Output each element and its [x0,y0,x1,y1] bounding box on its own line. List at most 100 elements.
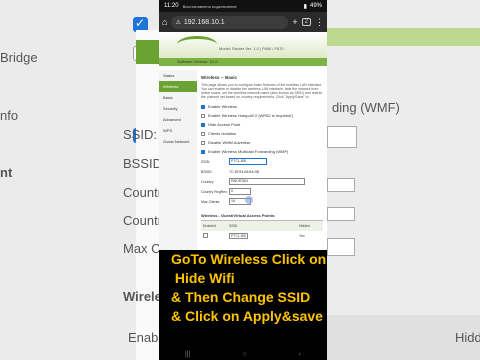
option-disable-wmm[interactable]: Disable WMM Advertise [201,140,325,145]
option-label: Hide Access Point [208,122,241,127]
option-clients-isolation[interactable]: Clients Isolation [201,131,325,136]
country-region-row: Country RegRev: 0 [201,188,325,195]
background-field [327,178,355,192]
router-sidebar: Status Wireless Basic Security Advanced … [159,70,197,250]
checkbox-checked[interactable] [201,122,205,127]
router-subheader: Software Version: V1.0 [159,58,327,66]
background-label: Countr [123,213,163,228]
guest-table-row: PTCL-BB Yes [201,231,323,241]
phone-screen: 11:20 Восстановлено подключение ▮ 49% ⌂ … [159,0,327,360]
max-clients-label: Max Clients: [201,199,221,204]
background-green-band [327,28,480,46]
background-field [327,238,355,256]
background-label: Countr [123,185,163,200]
status-time: 11:20 [164,3,179,9]
bssid-value: 7C:39:53:A8:5A:3B [229,169,259,174]
caption-line: & Then Change SSID [171,289,311,305]
background-label: nt [0,165,13,180]
guest-hidden-cell: Yes [299,234,305,238]
background-label: Hidden [455,330,480,345]
sidebar-item-status[interactable]: Status [159,70,197,81]
battery-level: 49% [309,3,322,9]
option-label: Enable Wireless Hotspot2.0 [WPA2 is requ… [208,113,293,118]
background-label: BSSID: [123,156,163,171]
country-label: Country: [201,179,215,184]
background-left-labels: SSID: BSSID: Countr Countr Max C Wireles… [123,0,163,360]
video-caption: GoTo Wireless Click on Hide Wifi & Then … [171,250,327,326]
url-text: 192.168.10.1 [183,18,225,26]
checkbox-checked[interactable] [201,104,205,109]
checkbox-unchecked[interactable] [201,131,205,136]
option-label: Disable WMM Advertise [208,140,251,145]
background-field [327,207,355,221]
guest-table: Enabled SSID Hidden PTCL-BB Yes [201,220,323,241]
tab-count-button[interactable]: 2 [301,18,311,26]
background-label: Enabl [128,330,162,345]
checkbox-checked[interactable] [201,149,205,154]
back-icon[interactable]: ‹ [299,351,301,358]
background-label: Wireles [123,289,163,304]
country-region-input[interactable]: 0 [229,188,251,195]
caption-line: & Click on Apply&save [171,308,323,324]
status-notice: Восстановлено подключение [182,3,237,9]
browser-toolbar: ⌂ ⚠ 192.168.10.1 + 2 ⋮ [159,12,327,32]
touch-indicator [245,196,253,204]
signal-icon: ▮ [303,3,307,10]
caption-line: GoTo Wireless Click on [171,251,327,267]
guest-ssid-input[interactable]: PTCL-BB [229,233,248,239]
checkbox-unchecked[interactable] [201,113,205,118]
address-bar[interactable]: ⚠ 192.168.10.1 [171,15,289,29]
home-button-icon[interactable]: ○ [242,351,246,358]
new-tab-icon[interactable]: + [292,17,297,27]
wireless-basic-panel: Wireless -- Basic This page allows you t… [199,70,325,250]
sidebar-item-advanced[interactable]: Advanced [159,114,197,125]
menu-icon[interactable]: ⋮ [315,17,324,28]
sidebar-item-wireless[interactable]: Wireless [159,81,197,92]
background-label: Max C [123,241,161,256]
background-field [327,126,357,148]
option-enable-wireless[interactable]: Enable Wireless [201,104,325,109]
option-wmf[interactable]: Enable Wireless Multicast Forwarding (WM… [201,149,325,154]
guest-section-title: Wireless - Guest/Virtual Access Points: [201,213,276,218]
sidebar-item-security[interactable]: Security [159,103,197,114]
background-right-panel: ding (WMF) Hidden [327,0,480,360]
router-logo [177,36,217,53]
sidebar-item-wps[interactable]: WPS [159,125,197,136]
guest-col-hidden: Hidden [299,224,311,228]
ssid-input[interactable]: PTCL-BB [229,158,267,165]
guest-enabled-cell [201,233,229,239]
option-hide-access-point[interactable]: Hide Access Point [201,122,325,127]
status-bar: 11:20 Восстановлено подключение ▮ 49% [159,0,327,12]
option-label: Enable Wireless Multicast Forwarding (WM… [208,149,289,154]
android-nav-bar: ||| ○ ‹ [159,348,327,360]
guest-enabled-checkbox[interactable] [203,233,208,238]
router-model: Model: Router Ver. 1.0 | F660 / F670 [219,46,284,51]
router-header: Model: Router Ver. 1.0 | F660 / F670 [159,32,327,58]
country-select[interactable]: PAKISTAN [229,178,305,185]
bssid-row: BSSID: 7C:39:53:A8:5A:3B [201,168,325,175]
router-subheader-text: Software Version: V1.0 [177,59,218,64]
country-row: Country: PAKISTAN [201,178,325,185]
ssid-label: SSID: [201,159,211,164]
bssid-label: BSSID: [201,169,213,174]
guest-ssid-cell: PTCL-BB [229,233,299,239]
ssid-row: SSID: PTCL-BB [201,158,325,165]
option-label: Clients Isolation [208,131,237,136]
option-hotspot[interactable]: Enable Wireless Hotspot2.0 [WPA2 is requ… [201,113,325,118]
background-label: ding (WMF) [332,100,400,115]
section-description: This page allows you to configure basic … [201,83,323,100]
country-region-label: Country RegRev: [201,189,228,194]
sidebar-item-basic[interactable]: Basic [159,92,197,103]
background-label: Bridge [0,50,38,65]
router-web-page: Model: Router Ver. 1.0 | F660 / F670 Sof… [159,32,327,250]
recents-icon[interactable]: ||| [185,351,190,358]
caption-line: Hide Wifi [171,270,235,286]
option-label: Enable Wireless [208,104,237,109]
checkbox-unchecked[interactable] [201,140,205,145]
sidebar-item-guest[interactable]: Guest Network [159,136,197,147]
home-icon[interactable]: ⌂ [162,17,167,27]
section-title: Wireless -- Basic [201,75,237,80]
background-label: nfo [0,108,19,123]
status-icons: ▮ 49% [304,3,322,10]
guest-col-enabled: Enabled [203,224,216,228]
